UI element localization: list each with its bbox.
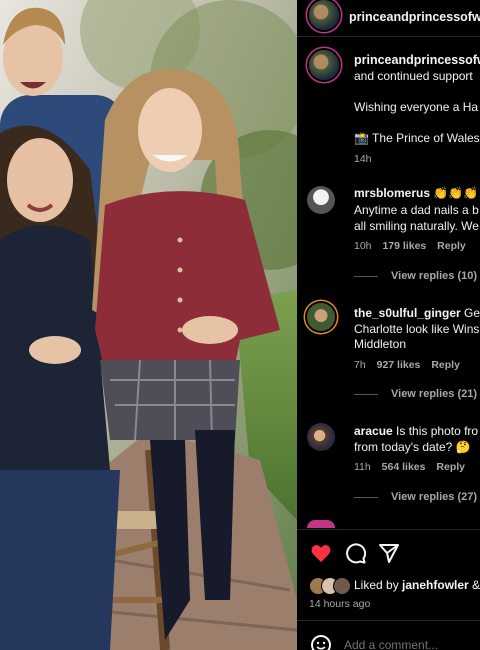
share-icon[interactable] bbox=[377, 541, 401, 565]
caption-line-3: Wishing everyone a Ha bbox=[354, 100, 479, 114]
comment-time: 10h bbox=[354, 240, 372, 252]
commenter-handle[interactable]: mrsblomerus bbox=[354, 186, 430, 200]
comment-line: Charlotte look like Wins bbox=[354, 322, 480, 336]
post-photo[interactable] bbox=[0, 0, 297, 650]
comment-line: from today's date? 🤔 bbox=[354, 440, 471, 454]
view-replies-button[interactable]: View replies (21) bbox=[354, 388, 477, 400]
liker-avatar bbox=[333, 577, 351, 595]
view-replies-label: View replies (27) bbox=[391, 491, 478, 503]
commenter-handle[interactable]: aracue bbox=[354, 424, 393, 438]
view-replies-button[interactable]: View replies (10) bbox=[354, 270, 477, 282]
comment-meta: 7h 927 likes Reply bbox=[354, 359, 460, 371]
emoji-icon[interactable] bbox=[309, 633, 333, 650]
liked-by-prefix: Liked by bbox=[354, 578, 399, 592]
caption-time: 14h bbox=[354, 153, 372, 165]
comment-line: Middleton bbox=[354, 337, 407, 351]
comment-head: the_s0ulful_ginger Ge bbox=[354, 306, 480, 320]
add-comment-input[interactable]: Add a comment... bbox=[344, 638, 438, 650]
commenter-avatar[interactable] bbox=[307, 186, 335, 214]
post-time-ago: 14 hours ago bbox=[309, 598, 371, 610]
comment-first-line: Ge bbox=[464, 306, 480, 320]
replies-divider-line bbox=[354, 275, 378, 277]
author-avatar[interactable] bbox=[309, 0, 339, 30]
comment-meta: 10h 179 likes Reply bbox=[354, 240, 466, 252]
comment-likes[interactable]: 564 likes bbox=[382, 461, 426, 473]
author-handle[interactable]: princeandprincessofw bbox=[349, 10, 480, 24]
comment-likes[interactable]: 927 likes bbox=[377, 359, 421, 371]
view-replies-button[interactable]: View replies (27) bbox=[354, 491, 477, 503]
comment-likes[interactable]: 179 likes bbox=[382, 240, 426, 252]
comment-first-line: Is this photo fro bbox=[396, 424, 479, 438]
comments-panel: princeandprincessofw princeandprincessof… bbox=[297, 0, 480, 650]
replies-divider-line bbox=[354, 496, 378, 498]
comment-line: all smiling naturally. We bbox=[354, 219, 479, 233]
comment-head: aracue Is this photo fro bbox=[354, 424, 478, 438]
composer-divider bbox=[297, 620, 480, 621]
liked-by-suffix: & bbox=[472, 578, 480, 592]
liked-by-text: Liked by janehfowler & bbox=[354, 578, 480, 592]
heart-filled-icon[interactable] bbox=[309, 541, 333, 565]
liked-by-user[interactable]: janehfowler bbox=[402, 578, 469, 592]
commenter-avatar[interactable] bbox=[307, 303, 335, 331]
post-header: princeandprincessofw bbox=[297, 0, 480, 37]
view-replies-label: View replies (10) bbox=[391, 270, 478, 282]
reply-button[interactable]: Reply bbox=[431, 359, 460, 371]
comment-time: 11h bbox=[354, 461, 371, 473]
reply-button[interactable]: Reply bbox=[436, 461, 465, 473]
next-commenter-avatar-partial bbox=[307, 520, 335, 528]
comment-head: mrsblomerus 👏👏👏 T bbox=[354, 186, 480, 200]
comment-first-line: 👏👏👏 T bbox=[433, 186, 480, 200]
replies-divider-line bbox=[354, 393, 378, 395]
caption-line-5: 📸 The Prince of Wales bbox=[354, 131, 480, 145]
caption-handle[interactable]: princeandprincessofw bbox=[354, 53, 480, 67]
reply-button[interactable]: Reply bbox=[437, 240, 466, 252]
commenter-avatar[interactable] bbox=[307, 423, 335, 451]
liked-by-avatars[interactable] bbox=[309, 577, 353, 595]
comment-line: Anytime a dad nails a b bbox=[354, 203, 479, 217]
view-replies-label: View replies (21) bbox=[391, 388, 478, 400]
caption-avatar[interactable] bbox=[309, 50, 339, 80]
commenter-handle[interactable]: the_s0ulful_ginger bbox=[354, 306, 461, 320]
comment-icon[interactable] bbox=[343, 541, 367, 565]
actions-divider bbox=[297, 529, 480, 530]
family-photo-illustration bbox=[0, 0, 297, 650]
comment-meta: 11h 564 likes Reply bbox=[354, 461, 465, 473]
comment-time: 7h bbox=[354, 359, 366, 371]
caption-line-1: and continued support bbox=[354, 69, 473, 83]
